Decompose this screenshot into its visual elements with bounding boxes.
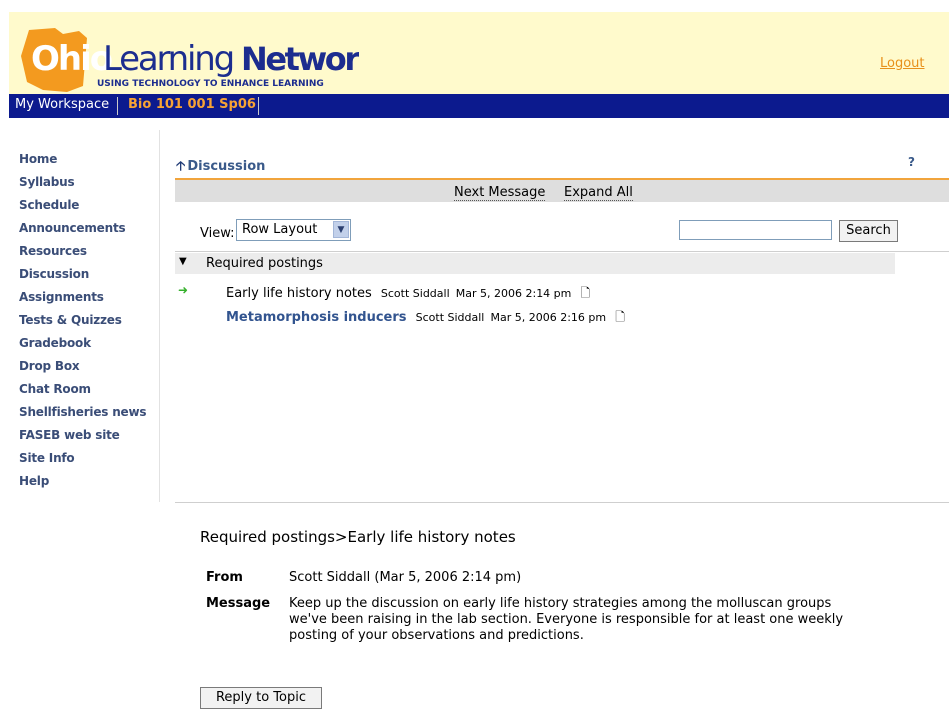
reply-to-topic-button[interactable]: Reply to Topic <box>200 687 322 709</box>
view-label: View: <box>200 226 235 241</box>
message-row[interactable]: Early life history notes Scott Siddall M… <box>226 282 590 305</box>
message-body: Keep up the discussion on early life his… <box>289 596 844 643</box>
svg-text:Learning: Learning <box>103 39 233 79</box>
nav-tests-quizzes[interactable]: Tests & Quizzes <box>19 313 154 336</box>
search-input[interactable] <box>679 220 832 240</box>
nav-drop-box[interactable]: Drop Box <box>19 359 154 382</box>
attachment-icon: 🗋 <box>580 286 591 300</box>
nav-faseb-web-site[interactable]: FASEB web site <box>19 428 154 451</box>
tool-title-label: Discussion <box>187 159 266 174</box>
topic-header: ▼ Required postings <box>175 253 895 274</box>
nav-assignments[interactable]: Assignments <box>19 290 154 313</box>
tab-separator <box>258 97 259 115</box>
message-subject[interactable]: Early life history notes <box>226 286 372 301</box>
message-author: Scott Siddall <box>380 287 450 300</box>
help-link[interactable]: ? <box>908 155 915 169</box>
message-author: Scott Siddall <box>415 311 485 324</box>
logout-link[interactable]: Logout <box>880 56 925 71</box>
chevron-down-icon: ▼ <box>333 221 349 238</box>
message-label: Message <box>206 596 271 611</box>
expand-all-link[interactable]: Expand All <box>564 185 633 201</box>
nav-chat-room[interactable]: Chat Room <box>19 382 154 405</box>
message-row[interactable]: Metamorphosis inducers Scott Siddall Mar… <box>226 306 625 329</box>
attachment-icon: 🗋 <box>615 310 625 324</box>
tab-separator <box>117 97 118 115</box>
svg-text:USING TECHNOLOGY TO ENHANCE LE: USING TECHNOLOGY TO ENHANCE LEARNING <box>97 79 324 89</box>
nav-site-info[interactable]: Site Info <box>19 451 154 474</box>
nav-announcements[interactable]: Announcements <box>19 221 154 244</box>
site-navigation-bar: My Workspace Bio 101 001 Sp06 <box>9 94 949 118</box>
tab-bio-101[interactable]: Bio 101 001 Sp06 <box>128 94 256 118</box>
view-select-value: Row Layout <box>242 222 318 237</box>
svg-text:Ohio: Ohio <box>31 39 112 79</box>
tool-title[interactable]: 🡡 Discussion <box>176 157 265 179</box>
message-breadcrumb: Required postings>Early life history not… <box>200 528 516 546</box>
nav-discussion[interactable]: Discussion <box>19 267 154 290</box>
nav-home[interactable]: Home <box>19 152 154 175</box>
nav-syllabus[interactable]: Syllabus <box>19 175 154 198</box>
tool-menu: Home Syllabus Schedule Announcements Res… <box>19 152 154 497</box>
list-top-rule <box>175 251 949 252</box>
topic-label: Required postings <box>206 256 323 271</box>
ohio-learning-network-logo: Ohio Learning Network USING TECHNOLOGY T… <box>19 26 359 96</box>
nav-shellfisheries-news[interactable]: Shellfisheries news <box>19 405 154 428</box>
tab-my-workspace[interactable]: My Workspace <box>15 94 109 118</box>
nav-divider <box>159 130 160 502</box>
collapse-triangle-icon[interactable]: ▼ <box>179 256 187 267</box>
nav-help[interactable]: Help <box>19 474 154 497</box>
from-value: Scott Siddall (Mar 5, 2006 2:14 pm) <box>289 570 522 585</box>
view-select[interactable]: Row Layout ▼ <box>236 219 351 241</box>
nav-resources[interactable]: Resources <box>19 244 154 267</box>
list-bottom-rule <box>175 502 949 503</box>
current-message-arrow-icon: ➜ <box>178 283 189 297</box>
message-subject[interactable]: Metamorphosis inducers <box>226 310 407 325</box>
next-message-link[interactable]: Next Message <box>454 185 546 201</box>
action-bar: Next Message Expand All <box>175 180 949 202</box>
message-date: Mar 5, 2006 2:14 pm <box>455 287 572 300</box>
header-banner: Ohio Learning Network USING TECHNOLOGY T… <box>9 12 949 94</box>
svg-text:Network: Network <box>241 40 359 78</box>
nav-schedule[interactable]: Schedule <box>19 198 154 221</box>
message-date: Mar 5, 2006 2:16 pm <box>490 311 607 324</box>
nav-gradebook[interactable]: Gradebook <box>19 336 154 359</box>
up-arrow-icon: 🡡 <box>176 159 186 174</box>
from-label: From <box>206 570 243 585</box>
search-button[interactable]: Search <box>839 220 898 242</box>
